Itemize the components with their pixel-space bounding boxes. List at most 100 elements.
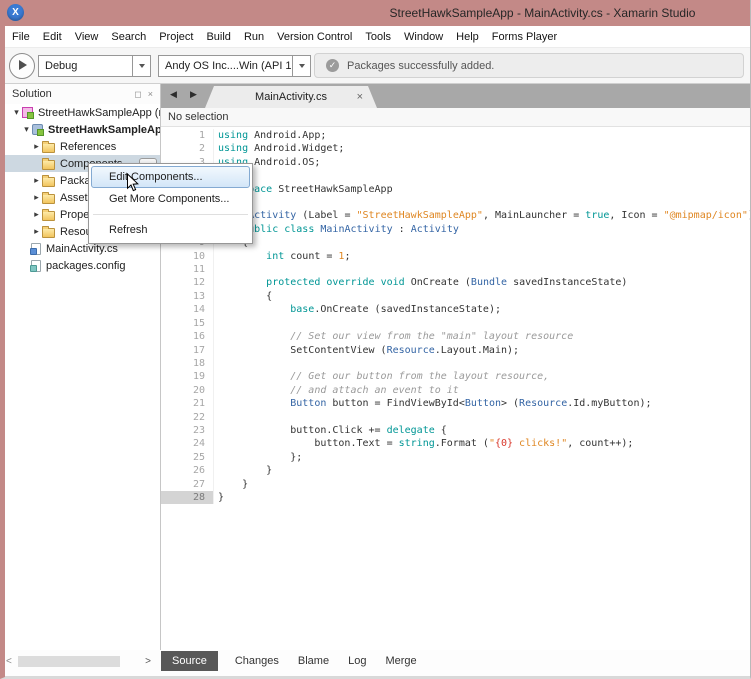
- context-menu-item-edit-components[interactable]: Edit Components...: [91, 166, 250, 188]
- folder-icon: [42, 177, 55, 187]
- context-menu: Edit Components...Get More Components...…: [88, 163, 253, 244]
- expander-icon[interactable]: ▸: [31, 192, 42, 203]
- expander-icon[interactable]: ▸: [31, 209, 42, 220]
- menu-separator: [93, 214, 248, 215]
- close-icon[interactable]: ×: [148, 89, 153, 99]
- folder-icon: [42, 160, 55, 170]
- view-tab-blame[interactable]: Blame: [296, 651, 331, 671]
- code-line[interactable]: 23 button.Click += delegate {: [161, 424, 750, 437]
- view-tab-log[interactable]: Log: [346, 651, 368, 671]
- tree-item-label: packages.config: [46, 260, 126, 272]
- expander-icon[interactable]: ▾: [11, 107, 22, 118]
- menu-item-window[interactable]: Window: [404, 31, 443, 43]
- code-line-text: }: [214, 478, 248, 491]
- status-bar: ✓ Packages successfully added.: [314, 53, 744, 78]
- code-line[interactable]: 24 button.Text = string.Format ("{0} cli…: [161, 437, 750, 450]
- menu-item-version-control[interactable]: Version Control: [277, 31, 352, 43]
- play-icon: [19, 60, 27, 70]
- menu-item-run[interactable]: Run: [244, 31, 264, 43]
- navigate-back-icon[interactable]: ◀: [170, 89, 177, 100]
- tree-item-references[interactable]: ▸ References: [5, 138, 160, 155]
- editor-tab-strip: ◀ ▶ MainActivity.cs ×: [161, 84, 751, 108]
- scrollbar-thumb[interactable]: [18, 656, 120, 667]
- code-line-text: button.Click += delegate {: [214, 424, 447, 437]
- dock-icon[interactable]: ◻: [134, 89, 141, 100]
- line-number: 22: [161, 411, 214, 424]
- run-button[interactable]: [9, 53, 35, 79]
- code-line[interactable]: 19 // Get our button from the layout res…: [161, 370, 750, 383]
- tree-item-streethawksampleapp-mas[interactable]: ▾ StreetHawkSampleApp (mas: [5, 104, 160, 121]
- code-line-text: }: [214, 464, 272, 477]
- code-line[interactable]: 2using Android.Widget;: [161, 142, 750, 155]
- code-line[interactable]: 1using Android.App;: [161, 129, 750, 142]
- code-line[interactable]: 16 // Set our view from the "main" layou…: [161, 330, 750, 343]
- tree-item-label: StreetHawkSampleApp (mas: [38, 107, 160, 119]
- check-icon: ✓: [326, 59, 339, 72]
- code-line[interactable]: 10 int count = 1;: [161, 250, 750, 263]
- menu-item-edit[interactable]: Edit: [43, 31, 62, 43]
- title-bar: X StreetHawkSampleApp - MainActivity.cs …: [0, 0, 751, 26]
- menu-item-tools[interactable]: Tools: [365, 31, 391, 43]
- tree-item-streethawksampleapp[interactable]: ▾StreetHawkSampleApp: [5, 121, 160, 138]
- view-tab-merge[interactable]: Merge: [383, 651, 418, 671]
- code-line[interactable]: 14 base.OnCreate (savedInstanceState);: [161, 303, 750, 316]
- line-number: 23: [161, 424, 214, 437]
- code-line[interactable]: 15: [161, 317, 750, 330]
- device-dropdown-button[interactable]: [292, 56, 310, 76]
- code-line[interactable]: 25 };: [161, 451, 750, 464]
- menu-item-project[interactable]: Project: [159, 31, 193, 43]
- code-line[interactable]: 22: [161, 411, 750, 424]
- expander-icon[interactable]: ▸: [31, 226, 42, 237]
- code-line[interactable]: 21 Button button = FindViewById<Button> …: [161, 397, 750, 410]
- menu-item-view[interactable]: View: [75, 31, 99, 43]
- scroll-right-icon[interactable]: >: [145, 655, 151, 668]
- menu-item-forms-player[interactable]: Forms Player: [492, 31, 557, 43]
- bottom-bar: < > Source Changes Blame Log Merge: [0, 650, 751, 677]
- device-value: Andy OS Inc....Win (API 17): [159, 60, 292, 72]
- code-line[interactable]: 11: [161, 263, 750, 276]
- context-menu-item-refresh[interactable]: Refresh: [91, 219, 250, 241]
- status-message: Packages successfully added.: [347, 60, 494, 72]
- project-icon: [32, 124, 43, 135]
- code-line-text: };: [214, 451, 302, 464]
- code-line[interactable]: 12 protected override void OnCreate (Bun…: [161, 276, 750, 289]
- tab-close-icon[interactable]: ×: [357, 86, 363, 108]
- configuration-value: Debug: [39, 60, 132, 72]
- expander-icon[interactable]: ▸: [31, 175, 42, 186]
- code-line[interactable]: 20 // and attach an event to it: [161, 384, 750, 397]
- line-number: 16: [161, 330, 214, 343]
- expander-icon[interactable]: ▾: [21, 124, 32, 135]
- view-tab-changes[interactable]: Changes: [233, 651, 281, 671]
- code-line[interactable]: 28}: [161, 491, 750, 504]
- window-title: StreetHawkSampleApp - MainActivity.cs - …: [340, 6, 745, 20]
- context-menu-item-get-more-components[interactable]: Get More Components...: [91, 188, 250, 210]
- file-config-icon: [31, 260, 41, 272]
- menu-item-build[interactable]: Build: [206, 31, 230, 43]
- line-number: 15: [161, 317, 214, 330]
- tree-item-label: References: [60, 141, 116, 153]
- code-line[interactable]: 26 }: [161, 464, 750, 477]
- menu-item-file[interactable]: File: [12, 31, 30, 43]
- menu-item-search[interactable]: Search: [111, 31, 146, 43]
- editor-tab-mainactivity[interactable]: MainActivity.cs ×: [205, 86, 377, 108]
- code-line[interactable]: 17 SetContentView (Resource.Layout.Main)…: [161, 344, 750, 357]
- code-line[interactable]: 27 }: [161, 478, 750, 491]
- view-tab-source[interactable]: Source: [161, 651, 218, 671]
- code-line[interactable]: 18: [161, 357, 750, 370]
- line-number: 26: [161, 464, 214, 477]
- expander-icon[interactable]: ▸: [31, 141, 42, 152]
- line-number: 18: [161, 357, 214, 370]
- code-line-text: SetContentView (Resource.Layout.Main);: [214, 344, 519, 357]
- toolbar: Debug Andy OS Inc....Win (API 17) ✓ Pack…: [0, 48, 751, 84]
- tree-item-packages-config[interactable]: packages.config: [5, 257, 160, 274]
- navigate-forward-icon[interactable]: ▶: [190, 89, 197, 100]
- configuration-dropdown-button[interactable]: [132, 56, 150, 76]
- menu-item-help[interactable]: Help: [456, 31, 479, 43]
- code-line[interactable]: 13 {: [161, 290, 750, 303]
- device-dropdown[interactable]: Andy OS Inc....Win (API 17): [158, 55, 311, 77]
- configuration-dropdown[interactable]: Debug: [38, 55, 151, 77]
- horizontal-scrollbar[interactable]: < >: [5, 655, 157, 668]
- scroll-left-icon[interactable]: <: [6, 655, 12, 668]
- line-number: 28: [161, 491, 214, 504]
- code-line-text: {: [214, 290, 272, 303]
